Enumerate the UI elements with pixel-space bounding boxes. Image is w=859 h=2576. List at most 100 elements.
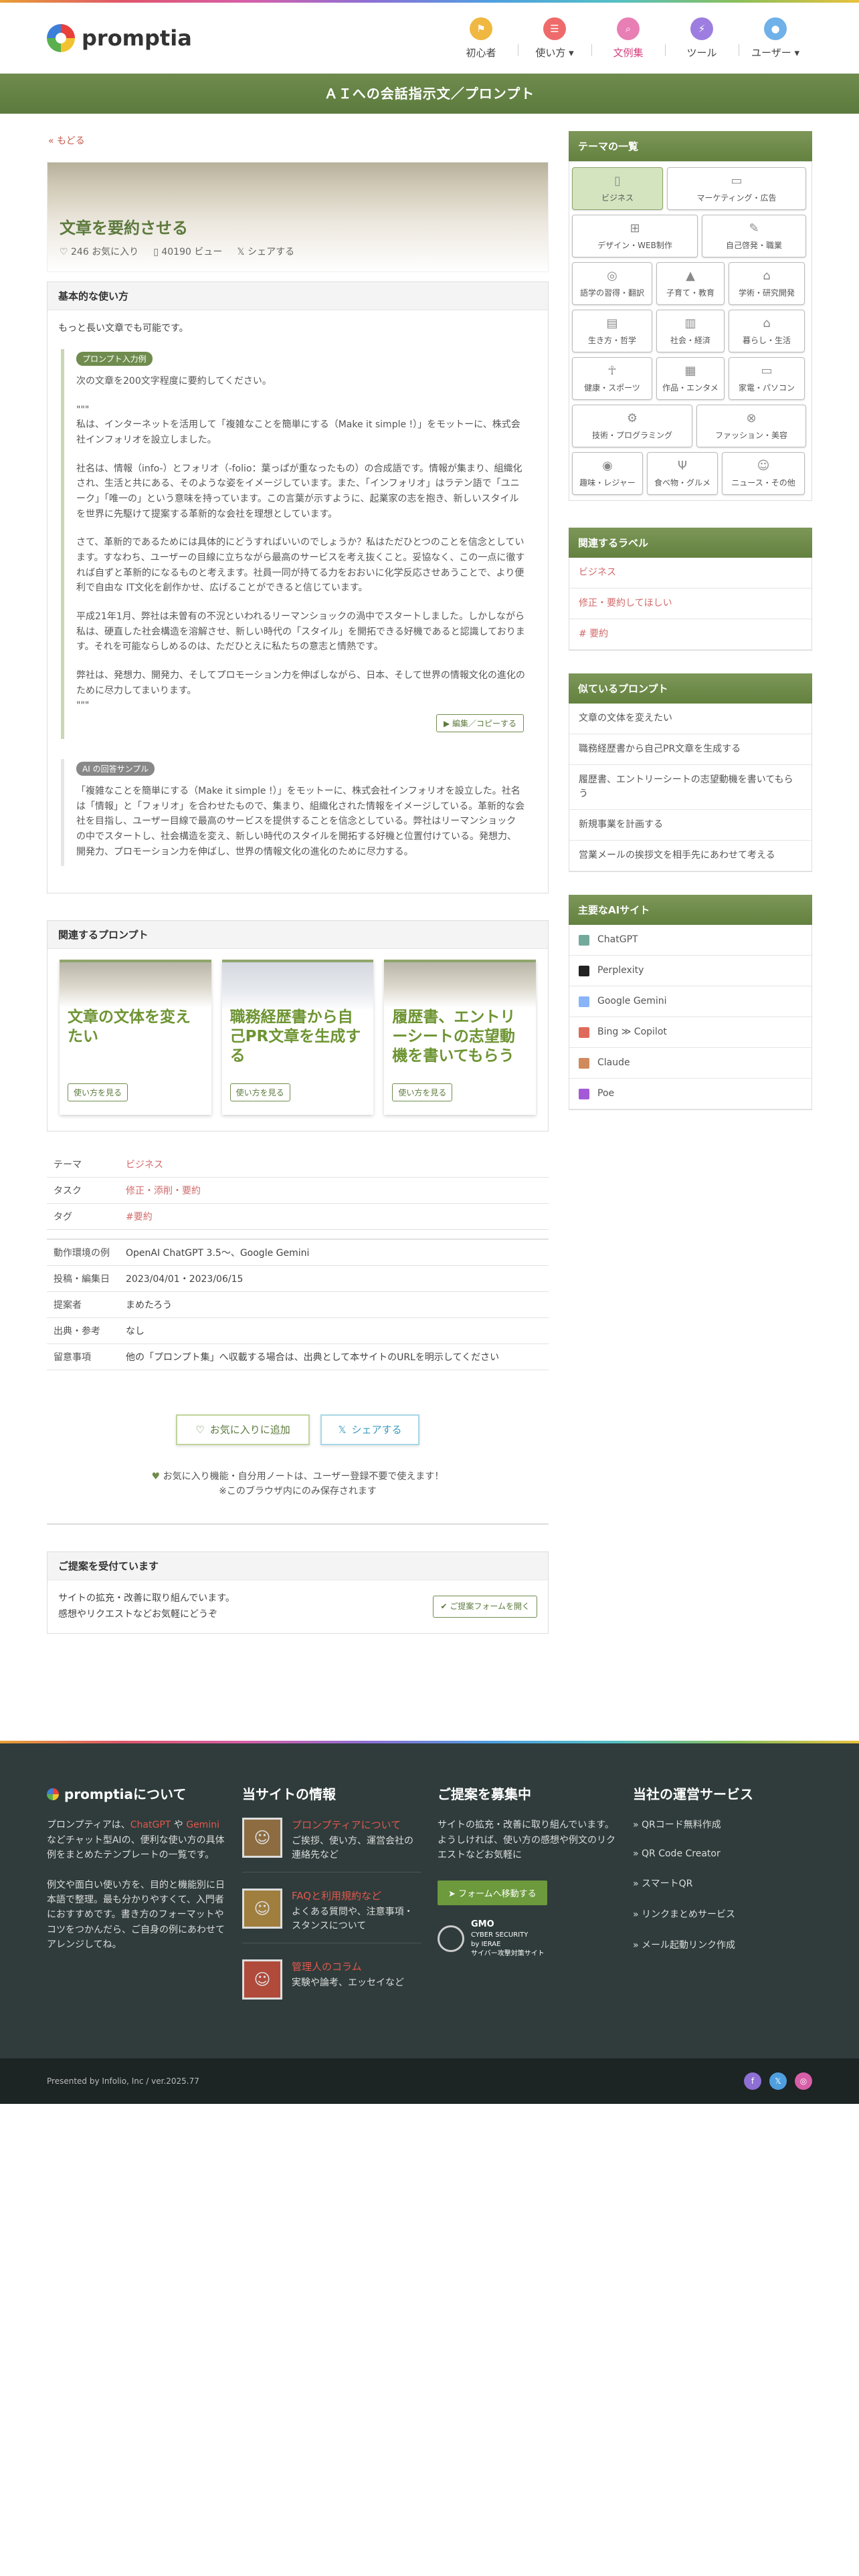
similar-prompt-link[interactable]: 職務経歴書から自己PR文章を生成する <box>569 734 812 765</box>
see-usage-button[interactable]: 使い方を見る <box>229 1083 290 1102</box>
instagram-icon[interactable]: ◎ <box>795 2072 812 2090</box>
label-link[interactable]: # 要約 <box>569 619 812 650</box>
ai-site-link[interactable]: Perplexity <box>569 956 812 986</box>
add-favorite-button[interactable]: ♡ お気に入りに追加 <box>176 1414 310 1445</box>
footer-info-item[interactable]: ☺ 管理人のコラム 実験や論考、エッセイなど <box>242 1959 421 2009</box>
theme-button[interactable]: ▥ 社会・経済 <box>656 310 725 352</box>
theme-button[interactable]: ▲ 子育て・教育 <box>656 262 725 305</box>
sidebar-heading: 主要なAIサイト <box>569 895 812 925</box>
see-usage-button[interactable]: 使い方を見る <box>68 1083 128 1102</box>
answer-label-badge: AI の回答サンプル <box>76 762 155 776</box>
theme-button[interactable]: ▤ 生き方・哲学 <box>572 310 652 352</box>
service-link[interactable]: QRコード無料作成 <box>633 1818 812 1831</box>
favorite-count[interactable]: ♡ 246 お気に入り <box>60 245 138 258</box>
x-icon: 𝕏 <box>338 1423 347 1436</box>
nav-usage[interactable]: ☰ 使い方 ▾ <box>518 17 591 60</box>
tag-link[interactable]: #要約 <box>119 1203 549 1230</box>
prompt-info-table: テーマ ビジネス タスク 修正・添削・要約 タグ #要約 動作環境の例 OpenAI C… <box>47 1152 549 1370</box>
theme-button[interactable]: Ψ 食べ物・グルメ <box>647 452 718 495</box>
theme-button[interactable]: ☥ 健康・スポーツ <box>572 357 652 400</box>
sidebar: テーマの一覧 ▯ ビジネス ▭ マーケティング・広告 ⊞ デザイン・WEB制作 ✎ 自己啓発・… <box>569 131 812 1634</box>
label-link[interactable]: ビジネス <box>569 558 812 588</box>
related-card[interactable]: 職務経歴書から自己PR文章を生成する 使い方を見る <box>221 960 374 1115</box>
footer-info-item[interactable]: ☺ プロンプティアについて ご挨拶、使い方、運営会社の連絡先など <box>242 1818 421 1873</box>
footer-info-title[interactable]: 管理人のコラム <box>292 1959 404 1973</box>
footer-heading: 当社の運営サービス <box>633 1786 753 1803</box>
similar-prompt-link[interactable]: 文章の文体を変えたい <box>569 704 812 734</box>
service-link[interactable]: QR Code Creator <box>633 1848 812 1859</box>
theme-button[interactable]: ⚙ 技術・プログラミング <box>572 405 692 447</box>
theme-button[interactable]: ▯ ビジネス <box>572 167 663 210</box>
theme-button[interactable]: ⊞ デザイン・WEB制作 <box>572 215 698 257</box>
note-line: ※このブラウザ内にのみ保存されます <box>219 1486 377 1497</box>
ai-site-link[interactable]: Poe <box>569 1079 812 1109</box>
ai-site-label: Perplexity <box>597 965 644 976</box>
nav-tools[interactable]: ⚡ ツール <box>665 17 739 60</box>
similar-prompt-link[interactable]: 履歴書、エントリーシートの志望動機を書いてもらう <box>569 765 812 810</box>
theme-button[interactable]: ✎ 自己啓発・職業 <box>702 215 806 257</box>
go-to-form-button[interactable]: ➤ フォームへ移動する <box>438 1880 547 1905</box>
section-heading: 基本的な使い方 <box>47 282 548 310</box>
theme-label: 趣味・レジャー <box>579 478 636 488</box>
facebook-icon[interactable]: f <box>744 2072 761 2090</box>
sidebar-heading: テーマの一覧 <box>569 131 812 161</box>
theme-label: 家電・パソコン <box>738 383 795 393</box>
ai-site-link[interactable]: ChatGPT <box>569 925 812 956</box>
ai-site-list: ChatGPT Perplexity Google Gemini Bing ≫ … <box>569 925 812 1110</box>
service-link[interactable]: スマートQR <box>633 1876 812 1890</box>
nav-examples[interactable]: ⌕ 文例集 <box>591 17 665 60</box>
nav-beginner[interactable]: ⚑ 初心者 <box>444 17 518 60</box>
theme-button[interactable]: ◎ 語学の習得・翻訳 <box>572 262 652 305</box>
theme-button[interactable]: ◉ 趣味・レジャー <box>572 452 643 495</box>
theme-link[interactable]: ビジネス <box>119 1152 549 1178</box>
nav-label: 使い方 ▾ <box>535 46 574 59</box>
theme-label: ニュース・その他 <box>731 478 795 488</box>
related-card-title: 履歴書、エントリーシートの志望動機を書いてもらう <box>392 1008 516 1065</box>
chatgpt-link[interactable]: ChatGPT <box>130 1820 171 1830</box>
main-column: 文章を要約させる ♡ 246 お気に入り ▯ 40190 ビュー 𝕏 シェアする… <box>47 162 549 1634</box>
x-icon[interactable]: 𝕏 <box>769 2072 787 2090</box>
theme-button[interactable]: ▦ 作品・エンタメ <box>656 357 725 400</box>
info-value: 他の「プロンプト集」へ収載する場合は、出典として本サイトのURLを明示してくださ… <box>119 1344 549 1370</box>
ai-site-link[interactable]: Google Gemini <box>569 986 812 1017</box>
service-link[interactable]: メール起動リンク作成 <box>633 1938 812 1951</box>
task-link[interactable]: 修正・添削・要約 <box>119 1177 549 1204</box>
share-button[interactable]: 𝕏 シェアする <box>320 1414 419 1445</box>
info-value: なし <box>119 1317 549 1344</box>
info-key: 出典・参考 <box>47 1317 119 1344</box>
service-link[interactable]: リンクまとめサービス <box>633 1907 812 1921</box>
info-key: テーマ <box>47 1152 119 1178</box>
label-link[interactable]: 修正・要約してほしい <box>569 588 812 619</box>
related-card[interactable]: 文章の文体を変えたい 使い方を見る <box>60 960 211 1115</box>
related-card[interactable]: 履歴書、エントリーシートの志望動機を書いてもらう 使い方を見る <box>384 960 537 1115</box>
nav-label: 文例集 <box>613 46 644 59</box>
main-nav: ⚑ 初心者 ☰ 使い方 ▾ ⌕ 文例集 ⚡ ツール ● ユーザー ▾ <box>444 17 812 60</box>
gemini-link[interactable]: Gemini <box>186 1820 219 1830</box>
share-link[interactable]: 𝕏 シェアする <box>237 245 294 258</box>
edit-copy-button[interactable]: ▶ 編集／コピーする <box>436 714 524 733</box>
prompt-paragraph: さて、革新的であるためには具体的にどうすればいいのでしょうか？私はただひとつのこ… <box>76 537 525 594</box>
theme-button[interactable]: ⌂ 暮らし・生活 <box>729 310 805 352</box>
label-list: ビジネス 修正・要約してほしい # 要約 <box>569 558 812 651</box>
chatgpt-icon <box>579 934 589 946</box>
similar-prompt-link[interactable]: 新規事業を計画する <box>569 810 812 841</box>
ai-site-link[interactable]: Bing ≫ Copilot <box>569 1017 812 1048</box>
theme-button[interactable]: ▭ 家電・パソコン <box>729 357 805 400</box>
similar-prompt-link[interactable]: 営業メールの挨拶文を相手先にあわせて考える <box>569 841 812 871</box>
footer-info-title[interactable]: プロンプティアについて <box>292 1818 421 1832</box>
footer-info-item[interactable]: ☺ FAQと利用規約など よくある質問や、注意事項・スタンスについて <box>242 1889 421 1944</box>
theme-label: 暮らし・生活 <box>742 336 791 345</box>
nav-user[interactable]: ● ユーザー ▾ <box>739 17 812 60</box>
theme-button[interactable]: ☺ ニュース・その他 <box>722 452 805 495</box>
ai-site-link[interactable]: Claude <box>569 1048 812 1079</box>
theme-button[interactable]: ▭ マーケティング・広告 <box>667 167 806 210</box>
gmo-security-badge[interactable]: GMO CYBER SECURITY by IERAE サイバー攻撃対策サイト <box>438 1919 617 1959</box>
see-usage-button[interactable]: 使い方を見る <box>392 1083 453 1102</box>
theme-button[interactable]: ⌂ 学術・研究開発 <box>729 262 805 305</box>
theme-button[interactable]: ⊗ ファッション・美容 <box>696 405 806 447</box>
site-logo[interactable]: promptia <box>47 24 192 52</box>
theme-label: 学術・研究開発 <box>738 288 795 298</box>
open-suggest-form-button[interactable]: ✔ ご提案フォームを開く <box>433 1596 537 1618</box>
footer-info-title[interactable]: FAQと利用規約など <box>292 1889 421 1903</box>
table-row: 提案者 まめたろう <box>47 1291 549 1318</box>
